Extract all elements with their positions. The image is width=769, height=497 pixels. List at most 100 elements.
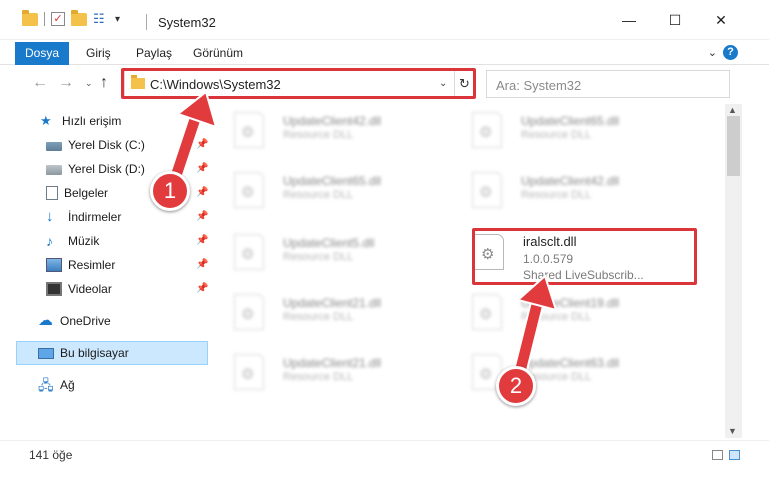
drive-icon: [46, 165, 62, 175]
gear-icon: ⚙: [241, 366, 255, 383]
file-name: UpdateClient63.dll: [521, 356, 620, 370]
file-item[interactable]: ⚙ UpdateClient19.dll Resource DLL: [450, 288, 670, 336]
up-button[interactable]: ↑: [100, 74, 108, 92]
address-highlight-box: [121, 68, 476, 99]
star-icon: ★: [40, 113, 52, 128]
gear-icon: ⚙: [479, 306, 493, 323]
details-view-icon[interactable]: [712, 450, 723, 460]
file-item[interactable]: ⚙ UpdateClient21.dll Resource DLL: [212, 288, 432, 336]
sidebar-item-documents[interactable]: Belgeler: [46, 182, 108, 204]
chevron-down-icon[interactable]: ⌄: [708, 46, 717, 59]
file-description: Resource DLL: [283, 311, 354, 323]
sidebar-item-local-disk-d[interactable]: Yerel Disk (D:): [46, 158, 145, 180]
pin-icon[interactable]: 📌: [196, 259, 208, 270]
sidebar-item-network[interactable]: 🖧 Ağ: [38, 374, 75, 396]
file-name: UpdateClient21.dll: [283, 296, 382, 310]
gear-icon: ⚙: [479, 184, 493, 201]
network-icon: 🖧: [38, 377, 54, 393]
pin-icon[interactable]: 📌: [196, 139, 208, 150]
cloud-icon: ☁: [38, 312, 53, 329]
sidebar-item-label: Belgeler: [64, 186, 109, 200]
videos-icon: [46, 282, 62, 296]
forward-button[interactable]: →: [58, 74, 74, 92]
file-item[interactable]: ⚙ UpdateClient65.dll Resource DLL: [450, 106, 670, 154]
sidebar-item-label: Yerel Disk (D:): [68, 162, 145, 176]
scrollbar-thumb[interactable]: [727, 116, 740, 176]
pin-icon[interactable]: 📌: [196, 187, 208, 198]
sidebar-item-label: Yerel Disk (C:): [68, 138, 145, 152]
file-description: Resource DLL: [521, 189, 592, 201]
ribbon-tabs: Dosya Giriş Paylaş Görünüm ⌄ ?: [0, 40, 769, 65]
tiles-view-icon[interactable]: [729, 450, 740, 460]
file-name: UpdateClient19.dll: [521, 296, 620, 310]
file-item[interactable]: ⚙ UpdateClient21.dll Resource DLL: [212, 348, 432, 396]
sidebar-item-label: Hızlı erişim: [62, 114, 122, 128]
navigation-pane: ★ Hızlı erişim Yerel Disk (C:) 📌 Yerel D…: [0, 104, 210, 438]
tab-view[interactable]: Görünüm: [193, 46, 243, 60]
dll-file-icon: ⚙: [472, 294, 502, 330]
gear-icon: ⚙: [241, 124, 255, 141]
customize-dropdown-icon[interactable]: ▾: [115, 14, 120, 25]
file-item[interactable]: ⚙ UpdateClient42.dll Resource DLL: [212, 106, 432, 154]
dll-file-icon: ⚙: [234, 172, 264, 208]
status-bar: 141 öğe: [0, 440, 769, 465]
sidebar-item-music[interactable]: ♪ Müzik: [46, 230, 99, 252]
search-input[interactable]: Ara: System32: [486, 70, 730, 98]
close-button[interactable]: ✕: [698, 6, 744, 34]
sidebar-item-label: Resimler: [68, 258, 116, 272]
gear-icon: ⚙: [241, 184, 255, 201]
file-item[interactable]: ⚙ UpdateClient42.dll Resource DLL: [450, 166, 670, 214]
maximize-button[interactable]: ☐: [652, 6, 698, 34]
sidebar-item-label: Ağ: [60, 378, 75, 392]
step-badge-1: 1: [150, 171, 190, 211]
view-options-icon[interactable]: ☷: [93, 12, 109, 26]
properties-check-icon[interactable]: ✓: [51, 12, 65, 26]
help-icon[interactable]: ?: [723, 45, 738, 60]
tab-share[interactable]: Paylaş: [136, 46, 172, 60]
dll-file-icon: ⚙: [234, 234, 264, 270]
quick-access-toolbar: ✓ ☷ ▾: [22, 9, 120, 26]
dll-file-icon: ⚙: [234, 294, 264, 330]
pin-icon[interactable]: 📌: [196, 283, 208, 294]
dll-file-icon: ⚙: [472, 172, 502, 208]
tab-file[interactable]: Dosya: [15, 42, 69, 65]
new-folder-icon[interactable]: [71, 9, 87, 26]
recent-locations-dropdown[interactable]: ⌄: [85, 78, 93, 89]
file-item[interactable]: ⚙ UpdateClient5.dll Resource DLL: [212, 228, 432, 276]
gear-icon: ⚙: [241, 306, 255, 323]
vertical-scrollbar[interactable]: ▲ ▼: [725, 104, 742, 438]
sidebar-item-this-pc[interactable]: Bu bilgisayar: [38, 342, 129, 364]
downloads-icon: ↓: [46, 208, 54, 225]
dll-file-icon: ⚙: [472, 112, 502, 148]
minimize-button[interactable]: —: [606, 6, 652, 34]
pin-icon[interactable]: 📌: [196, 163, 208, 174]
sidebar-item-label: OneDrive: [60, 314, 111, 328]
back-button[interactable]: ←: [32, 74, 48, 92]
file-name: UpdateClient5.dll: [283, 236, 375, 250]
sidebar-item-onedrive[interactable]: ☁ OneDrive: [38, 310, 111, 332]
title-divider: [146, 14, 147, 30]
sidebar-item-pictures[interactable]: Resimler: [46, 254, 115, 276]
file-description: Resource DLL: [283, 129, 354, 141]
scroll-down-icon[interactable]: ▼: [728, 426, 737, 436]
computer-icon: [38, 347, 54, 359]
file-name: UpdateClient65.dll: [283, 174, 382, 188]
folder-icon: [22, 9, 38, 26]
file-name: UpdateClient42.dll: [283, 114, 382, 128]
dll-file-icon: ⚙: [234, 112, 264, 148]
sidebar-item-videos[interactable]: Videolar: [46, 278, 112, 300]
sidebar-item-label: Müzik: [68, 234, 100, 248]
file-item[interactable]: ⚙ UpdateClient65.dll Resource DLL: [212, 166, 432, 214]
file-item[interactable]: ⚙ UpdateClient63.dll Resource DLL: [450, 348, 670, 396]
sidebar-item-local-disk-c[interactable]: Yerel Disk (C:): [46, 134, 145, 156]
file-description: Resource DLL: [521, 311, 592, 323]
pin-icon[interactable]: 📌: [196, 235, 208, 246]
tab-home[interactable]: Giriş: [86, 46, 111, 60]
scroll-up-icon[interactable]: ▲: [728, 105, 737, 115]
pictures-icon: [46, 258, 62, 272]
pin-icon[interactable]: 📌: [196, 211, 208, 222]
sidebar-item-downloads[interactable]: ↓ İndirmeler: [46, 206, 121, 228]
sidebar-item-quick-access[interactable]: ★ Hızlı erişim: [40, 110, 121, 132]
sidebar-item-label: Bu bilgisayar: [60, 346, 129, 360]
search-placeholder: Ara: System32: [496, 78, 582, 93]
